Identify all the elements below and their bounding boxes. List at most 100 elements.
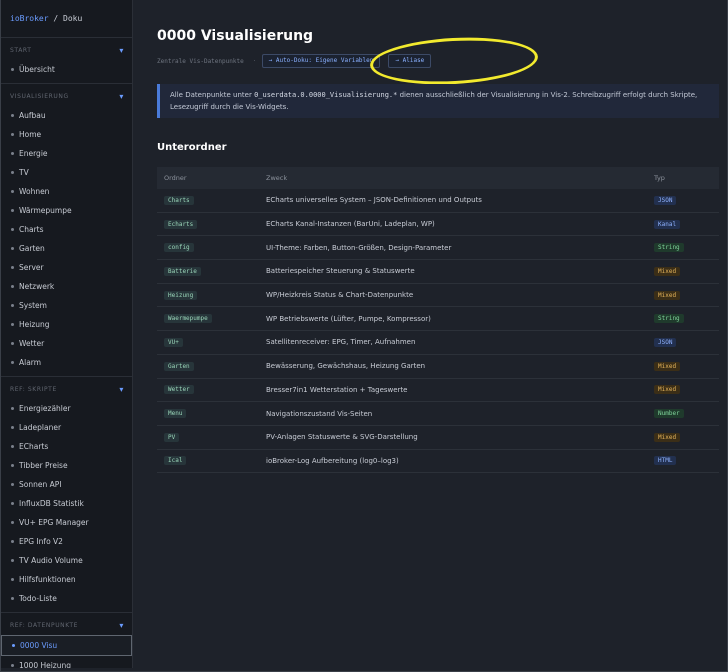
folder-tag: Batterie: [164, 266, 201, 276]
cell-zweck: WP/Heizkreis Status & Chart-Datenpunkte: [259, 283, 647, 308]
sidebar-section-header[interactable]: REF: DATENPUNKTE ▾: [1, 615, 132, 635]
info-callout: Alle Datenpunkte unter 0_userdata.0.0000…: [157, 84, 719, 118]
sidebar-item[interactable]: EPG Info V2: [1, 532, 132, 551]
breadcrumb-separator: /: [53, 14, 59, 23]
folder-tag: Ical: [164, 456, 187, 466]
type-badge: Mixed: [654, 385, 681, 395]
table-row: VU+ Satellitenreceiver: EPG, Timer, Aufna…: [157, 330, 719, 355]
table-row: Echarts ECharts Kanal-Instanzen (BarUni, …: [157, 212, 719, 237]
sidebar-item[interactable]: Garten: [1, 239, 132, 258]
cell-ordner: Echarts: [157, 212, 259, 237]
chevron-down-icon[interactable]: ▾: [119, 385, 124, 394]
table-row: Wetter Bresser7in1 Wetterstation + Tagesw…: [157, 378, 719, 403]
callout-code: 0_userdata.0.0000_Visualisierung.*: [254, 91, 398, 99]
folder-tag: PV: [164, 432, 180, 442]
sidebar-item[interactable]: Heizung: [1, 315, 132, 334]
sidebar-section-header[interactable]: VISUALISIERUNG ▾: [1, 86, 132, 106]
type-badge: JSON: [654, 195, 677, 205]
callout-text-pre: Alle Datenpunkte unter: [170, 91, 255, 99]
cell-zweck: ioBroker-Log Aufbereitung (log0–log3): [259, 449, 647, 474]
sidebar-item[interactable]: Energiezähler: [1, 399, 132, 418]
chevron-down-icon[interactable]: ▾: [119, 92, 124, 101]
sidebar-item[interactable]: Server: [1, 258, 132, 277]
cell-ordner: Batterie: [157, 259, 259, 284]
section-divider: [1, 612, 132, 613]
sidebar-item[interactable]: ECharts: [1, 437, 132, 456]
cell-typ: Kanal: [647, 212, 719, 237]
table-row: PV PV-Anlagen Statuswerte & SVG-Darstellu…: [157, 425, 719, 450]
subfolder-table: Ordner Zweck Typ Charts ECharts universel…: [157, 167, 719, 474]
cell-zweck: UI-Theme: Farben, Button-Größen, Design-…: [259, 235, 647, 261]
table-row: Ical ioBroker-Log Aufbereitung (log0–log3…: [157, 449, 719, 474]
chevron-down-icon[interactable]: ▾: [119, 621, 124, 630]
cell-zweck: Satellitenreceiver: EPG, Timer, Aufnahme…: [259, 330, 647, 355]
sidebar-item[interactable]: 1000 Heizung: [1, 656, 132, 668]
table-row: Heizung WP/Heizkreis Status & Chart-Daten…: [157, 283, 719, 308]
section-title: Unterordner: [157, 142, 227, 153]
cell-ordner: Garten: [157, 354, 259, 379]
sidebar-nav: START ▾ Übersicht VISUALISIERUNG ▾ Aufbau Home…: [1, 40, 132, 668]
sidebar-item[interactable]: Wärmepumpe: [1, 201, 132, 220]
section-title-label: START: [10, 46, 32, 54]
sidebar-item[interactable]: Ladeplaner: [1, 418, 132, 437]
cell-zweck: ECharts universelles System – JSON-Defin…: [259, 189, 647, 213]
type-badge: Number: [654, 409, 684, 419]
cell-ordner: Charts: [157, 189, 259, 213]
sidebar-item[interactable]: VU+ EPG Manager: [1, 513, 132, 532]
meta-separator: ·: [253, 57, 256, 65]
table-header-row: Ordner Zweck Typ: [157, 167, 719, 189]
cell-zweck: Bresser7in1 Wetterstation + Tageswerte: [259, 378, 647, 403]
type-badge: String: [654, 243, 684, 253]
folder-tag: Echarts: [164, 219, 198, 229]
sidebar-item[interactable]: Sonnen API: [1, 475, 132, 494]
section-divider: [1, 83, 132, 84]
cell-typ: Mixed: [647, 259, 719, 284]
sidebar-item[interactable]: TV: [1, 163, 132, 182]
cell-ordner: config: [157, 235, 259, 261]
type-badge: String: [654, 314, 684, 324]
type-badge: Kanal: [654, 219, 681, 229]
breadcrumb-current: Doku: [63, 14, 83, 23]
sidebar-item[interactable]: Aufbau: [1, 106, 132, 125]
folder-tag: config: [164, 243, 194, 253]
sidebar-item[interactable]: Home: [1, 125, 132, 144]
cell-ordner: Waermepumpe: [157, 306, 259, 332]
cell-typ: String: [647, 306, 719, 332]
sidebar-item[interactable]: Wetter: [1, 334, 132, 353]
sidebar-section-header[interactable]: REF: SKRIPTE ▾: [1, 379, 132, 399]
folder-tag: Charts: [164, 195, 194, 205]
table-body: Charts ECharts universelles System – JSON…: [157, 189, 719, 474]
cell-typ: Mixed: [647, 283, 719, 308]
type-badge: Mixed: [654, 266, 681, 276]
sidebar-item[interactable]: Charts: [1, 220, 132, 239]
section-title-label: REF: DATENPUNKTE: [10, 621, 78, 629]
table-row: Charts ECharts universelles System – JSON…: [157, 189, 719, 213]
table-row: Garten Bewässerung, Gewächshaus, Heizung …: [157, 354, 719, 379]
table-row: Waermepumpe WP Betriebswerte (Lüfter, Pum…: [157, 306, 719, 332]
sidebar-item[interactable]: Energie: [1, 144, 132, 163]
cell-zweck: WP Betriebswerte (Lüfter, Pumpe, Kompres…: [259, 306, 647, 332]
table-row: Batterie Batteriespeicher Steuerung & Sta…: [157, 259, 719, 284]
sidebar-item[interactable]: System: [1, 296, 132, 315]
sidebar-item[interactable]: Netzwerk: [1, 277, 132, 296]
sidebar-item[interactable]: Wohnen: [1, 182, 132, 201]
breadcrumb-root[interactable]: ioBroker: [10, 14, 49, 23]
cell-ordner: PV: [157, 425, 259, 450]
highlight-circle-annotation: [368, 33, 540, 89]
sidebar-item[interactable]: Tibber Preise: [1, 456, 132, 475]
sidebar-item[interactable]: TV Audio Volume: [1, 551, 132, 570]
auto-doku-link[interactable]: → Auto-Doku: Eigene Variablen: [261, 54, 381, 68]
sidebar-section-header[interactable]: START ▾: [1, 40, 132, 60]
sidebar-item[interactable]: 0000 Visu: [1, 635, 132, 656]
cell-ordner: VU+: [157, 330, 259, 355]
sidebar-item[interactable]: Hilfsfunktionen: [1, 570, 132, 589]
cell-typ: Mixed: [647, 378, 719, 403]
sidebar-item[interactable]: Übersicht: [1, 60, 132, 79]
column-header-typ: Typ: [647, 167, 719, 189]
sidebar-item[interactable]: InfluxDB Statistik: [1, 494, 132, 513]
chevron-down-icon[interactable]: ▾: [119, 46, 124, 55]
folder-tag: Heizung: [164, 290, 198, 300]
sidebar-item[interactable]: Alarm: [1, 353, 132, 372]
cell-typ: JSON: [647, 330, 719, 355]
sidebar-item[interactable]: Todo-Liste: [1, 589, 132, 608]
